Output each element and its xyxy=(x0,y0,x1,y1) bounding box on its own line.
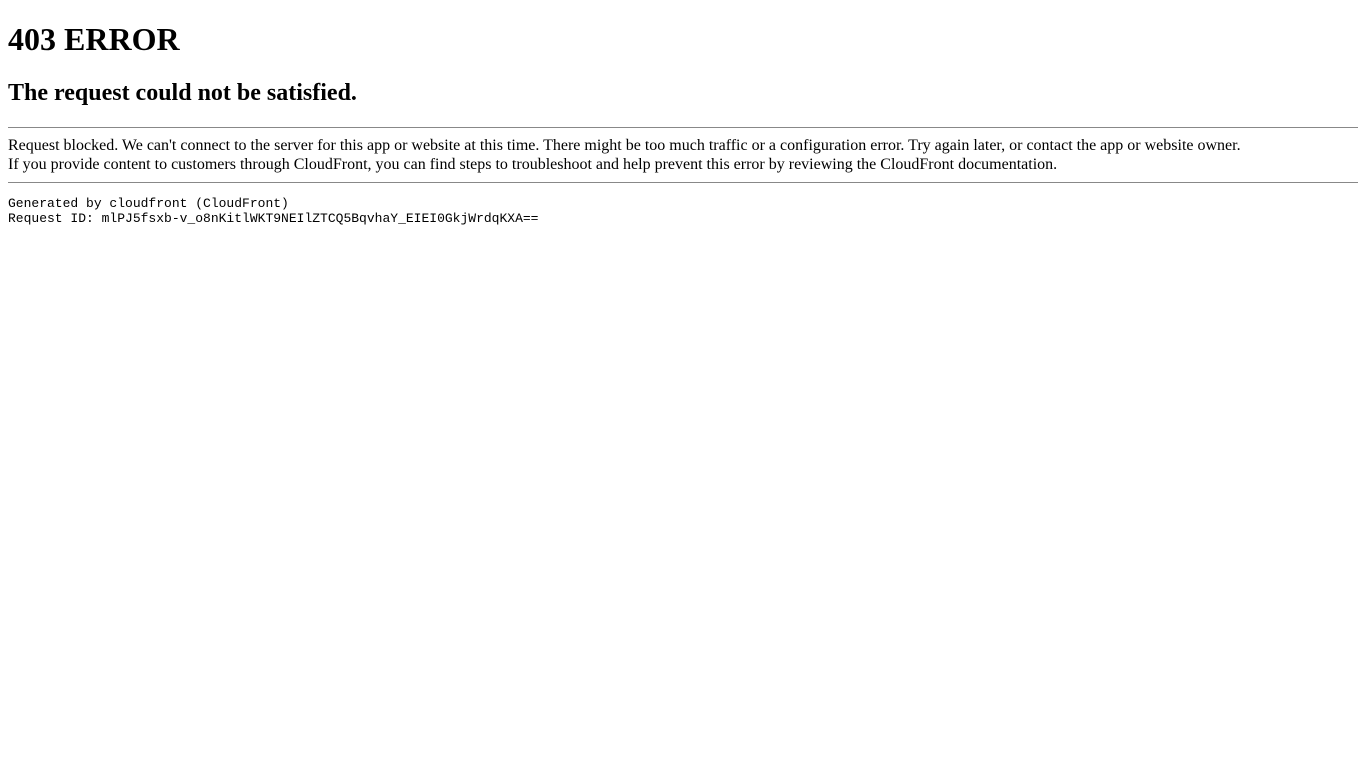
error-heading: 403 ERROR xyxy=(8,21,1358,58)
error-body-line-1: Request blocked. We can't connect to the… xyxy=(8,136,1358,155)
error-details: Generated by cloudfront (CloudFront) Req… xyxy=(8,196,1358,226)
error-subheading: The request could not be satisfied. xyxy=(8,80,1358,107)
divider xyxy=(8,127,1358,128)
generated-by-line: Generated by cloudfront (CloudFront) xyxy=(8,196,289,211)
request-id-line: Request ID: mlPJ5fsxb-v_o8nKitlWKT9NEIlZ… xyxy=(8,211,539,226)
divider xyxy=(8,182,1358,183)
error-body-line-2: If you provide content to customers thro… xyxy=(8,155,1358,174)
